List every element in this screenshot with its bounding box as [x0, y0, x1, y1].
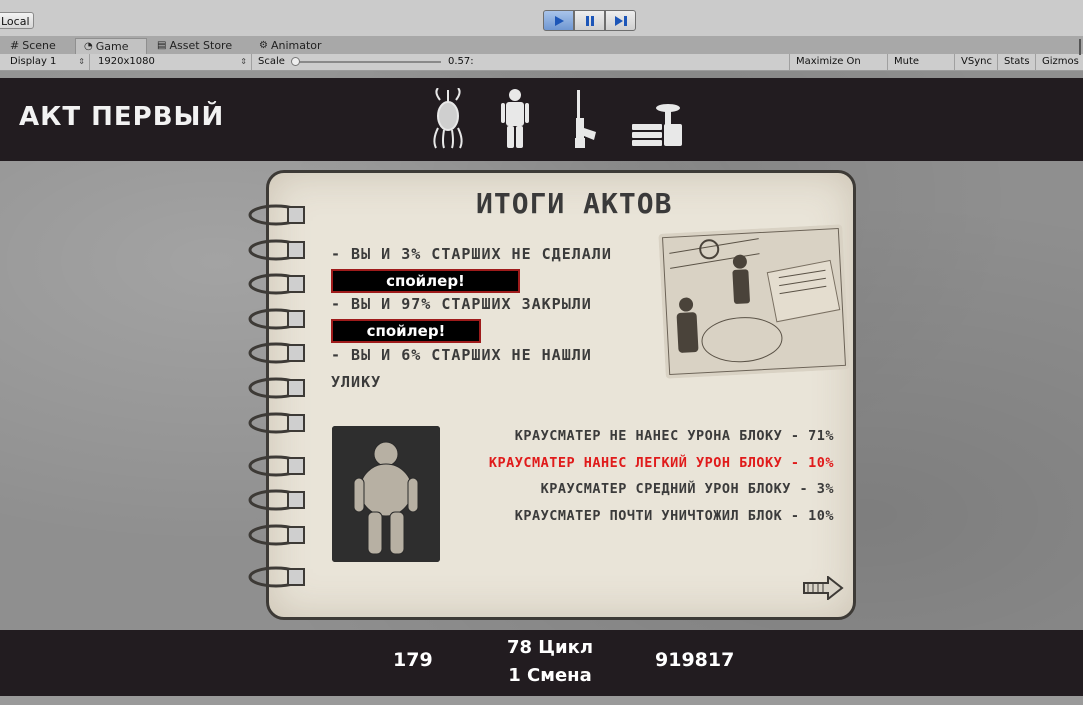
maximize-on-play-toggle[interactable]: Maximize On Play	[789, 54, 888, 83]
editor-tabs: # Scene ◔ Game ▤ Asset Store ⚙ Animator	[0, 37, 1083, 54]
footer-left-counter: 179	[393, 649, 433, 671]
tab-label: Asset Store	[169, 39, 233, 52]
display-dropdown[interactable]: Display 1 ⇕	[4, 54, 90, 70]
tab-label: Scene	[22, 39, 56, 52]
display-value: Display 1	[10, 56, 57, 67]
game-header-bar: АКТ ПЕРВЫЙ	[0, 78, 1083, 161]
spiral-ring-icon	[248, 308, 305, 330]
cycle-label: 78 Цикл	[506, 637, 594, 658]
local-button[interactable]: Local	[0, 12, 34, 29]
game-view-bottom-edge	[0, 696, 1083, 705]
spiral-ring-icon	[248, 412, 305, 434]
spiral-ring-icon	[248, 273, 305, 295]
stats-toggle[interactable]: Stats	[998, 54, 1036, 70]
monster-icon[interactable]	[428, 88, 468, 150]
dropdown-arrow-icon: ⇕	[78, 57, 85, 66]
spoiler-button-1[interactable]: спойлер!	[331, 269, 520, 293]
scale-label: Scale	[258, 56, 285, 67]
scale-slider-handle[interactable]	[291, 57, 300, 66]
scale-slider-track[interactable]	[293, 61, 441, 63]
interrogation-sketch-image	[658, 224, 850, 379]
scale-icon[interactable]	[630, 88, 685, 150]
scale-value: 0.57:	[448, 56, 474, 67]
result-line-4: УЛИКУ	[331, 373, 382, 391]
damage-stat-row: КРАУСМАТЕР ПОЧТИ УНИЧТОЖИЛ БЛОК - 10%	[514, 508, 834, 524]
spiral-ring-icon	[248, 566, 305, 588]
pause-icon	[585, 15, 594, 26]
krausmater-portrait-image	[332, 426, 440, 562]
mute-audio-toggle[interactable]: Mute Audio	[888, 54, 955, 83]
tab-game[interactable]: ◔ Game	[75, 38, 147, 54]
summary-title: ИТОГИ АКТОВ	[476, 187, 673, 220]
spiral-ring-icon	[248, 524, 305, 546]
step-icon	[614, 15, 627, 26]
tab-scene[interactable]: # Scene	[10, 38, 56, 54]
spoiler-button-2[interactable]: спойлер!	[331, 319, 481, 343]
game-footer-bar: 179 78 Цикл 1 Смена 919817	[0, 630, 1083, 696]
game-view-toolbar: Display 1 ⇕ 1920x1080 ⇕ Scale 0.57: Maxi…	[0, 54, 1083, 83]
animator-icon: ⚙	[259, 40, 268, 51]
act-title: АКТ ПЕРВЫЙ	[19, 102, 225, 132]
editor-toolbar: Local	[0, 0, 1083, 37]
cycle-indicator: 78 Цикл 1 Смена	[480, 634, 620, 690]
resolution-dropdown[interactable]: 1920x1080 ⇕	[92, 54, 252, 70]
spiral-ring-icon	[248, 204, 305, 226]
dropdown-arrow-icon: ⇕	[240, 57, 247, 66]
tab-label: Animator	[270, 39, 322, 52]
result-line-1: - ВЫ И 3% СТАРШИХ НЕ СДЕЛАЛИ	[331, 245, 612, 263]
pause-button[interactable]	[574, 10, 605, 31]
damage-stat-row: КРАУСМАТЕР НЕ НАНЕС УРОНА БЛОКУ - 71%	[514, 428, 834, 444]
spiral-ring-icon	[248, 455, 305, 477]
game-view: АКТ ПЕРВЫЙ ИТОГИ АКТОВ - ВЫ И 3% СТАРШИХ…	[0, 71, 1083, 705]
tab-asset-store[interactable]: ▤ Asset Store	[157, 38, 232, 54]
playback-controls	[543, 10, 636, 31]
gizmos-toggle[interactable]: Gizmos	[1036, 54, 1083, 70]
play-button[interactable]	[543, 10, 574, 31]
result-line-3: - ВЫ И 6% СТАРШИХ НЕ НАШЛИ	[331, 346, 592, 364]
result-line-2: - ВЫ И 97% СТАРШИХ ЗАКРЫЛИ	[331, 295, 592, 313]
resolution-value: 1920x1080	[98, 56, 155, 67]
spiral-ring-icon	[248, 342, 305, 364]
tab-overflow-handle[interactable]	[1077, 37, 1083, 57]
spiral-ring-icon	[248, 239, 305, 261]
shift-label: 1 Смена	[508, 665, 592, 686]
footer-right-counter: 919817	[655, 649, 735, 671]
pacman-icon: ◔	[84, 40, 93, 52]
rifle-icon[interactable]	[570, 88, 600, 150]
tab-label: Game	[95, 39, 129, 53]
step-button[interactable]	[605, 10, 636, 31]
spiral-ring-icon	[248, 377, 305, 399]
person-icon[interactable]	[500, 88, 530, 150]
spiral-ring-icon	[248, 489, 305, 511]
damage-stat-row-highlighted: КРАУСМАТЕР НАНЕС ЛЕГКИЙ УРОН БЛОКУ - 10%	[488, 455, 834, 471]
vsync-toggle[interactable]: VSync	[955, 54, 998, 70]
tab-animator[interactable]: ⚙ Animator	[259, 38, 322, 54]
store-icon: ▤	[157, 40, 167, 51]
next-arrow-icon[interactable]	[802, 576, 844, 600]
grid-icon: #	[10, 39, 20, 52]
damage-stat-row: КРАУСМАТЕР СРЕДНИЙ УРОН БЛОКУ - 3%	[540, 481, 834, 497]
play-icon	[554, 15, 564, 26]
